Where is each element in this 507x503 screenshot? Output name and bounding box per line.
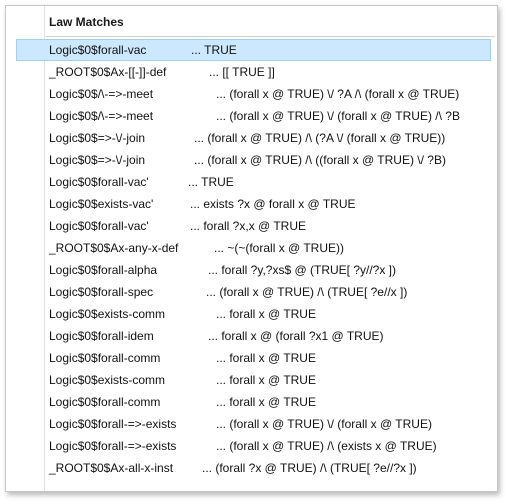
law-match-item[interactable]: _ROOT$0$Ax-all-x-inst ... (forall ?x @ TR… <box>6 457 497 479</box>
law-match-list: Logic$0$forall-vac ... TRUE _ROOT$0$Ax-[[-… <box>6 39 497 479</box>
law-match-item[interactable]: Logic$0$forall-comm ... forall x @ TRUE <box>6 391 497 413</box>
law-name: Logic$0$forall-comm <box>49 395 161 409</box>
law-result-expression: ... (forall x @ TRUE) \/ ?A /\ (forall x… <box>216 87 460 101</box>
law-name: Logic$0$forall-vac' <box>49 175 149 189</box>
law-match-item[interactable]: Logic$0$forall-spec ... (forall x @ TRUE)… <box>6 281 497 303</box>
law-matches-popup: Law Matches Logic$0$forall-vac ... TRUE _R… <box>5 5 498 492</box>
law-name: Logic$0$=>-\/-join <box>49 153 146 167</box>
law-result-expression: ... ~(~(forall x @ TRUE)) <box>214 241 344 255</box>
law-result-expression: ... TRUE <box>188 175 234 189</box>
law-match-item[interactable]: Logic$0$forall-comm ... forall x @ TRUE <box>6 347 497 369</box>
law-name: Logic$0$/\-=>-meet <box>49 87 154 101</box>
law-match-item[interactable]: Logic$0$forall-idem ... forall x @ (foral… <box>6 325 497 347</box>
law-result-expression: ... (forall x @ TRUE) /\ (?A \/ (forall … <box>194 131 446 145</box>
law-name: Logic$0$forall-=>-exists <box>49 417 177 431</box>
law-name: _ROOT$0$Ax-any-x-def <box>49 241 179 255</box>
law-match-item[interactable]: Logic$0$forall-vac ... TRUE <box>6 39 497 61</box>
law-result-expression: ... forall x @ TRUE <box>216 307 316 321</box>
law-match-item[interactable]: Logic$0$forall-alpha ... forall ?y,?xs$ @… <box>6 259 497 281</box>
law-result-expression: ... exists ?x @ forall x @ TRUE <box>190 197 356 211</box>
law-name: _ROOT$0$Ax-[[-]]-def <box>49 65 167 79</box>
law-match-item[interactable]: Logic$0$=>-\/-join ... (forall x @ TRUE) … <box>6 127 497 149</box>
law-match-item[interactable]: Logic$0$forall-vac' ... TRUE <box>6 171 497 193</box>
law-name: Logic$0$exists-comm <box>49 307 166 321</box>
law-match-item[interactable]: Logic$0$/\-=>-meet ... (forall x @ TRUE) … <box>6 83 497 105</box>
law-name: Logic$0$forall-comm <box>49 351 161 365</box>
header-separator <box>46 36 495 37</box>
law-name: _ROOT$0$Ax-all-x-inst <box>49 461 174 475</box>
law-name: Logic$0$exists-vac' <box>49 197 154 211</box>
law-result-expression: ... (forall x @ TRUE) /\ ((forall x @ TR… <box>194 153 446 167</box>
popup-title: Law Matches <box>49 15 124 29</box>
law-name: Logic$0$forall-vac <box>49 43 147 57</box>
law-name: Logic$0$exists-comm <box>49 373 166 387</box>
law-match-item[interactable]: Logic$0$forall-=>-exists ... (forall x @ … <box>6 413 497 435</box>
law-match-item[interactable]: _ROOT$0$Ax-[[-]]-def ... [[ TRUE ]] <box>6 61 497 83</box>
law-name: Logic$0$=>-\/-join <box>49 131 146 145</box>
law-name: Logic$0$forall-vac' <box>49 219 149 233</box>
law-match-item[interactable]: Logic$0$/\-=>-meet ... (forall x @ TRUE) … <box>6 105 497 127</box>
law-result-expression: ... (forall x @ TRUE) /\ (exists x @ TRU… <box>216 439 437 453</box>
law-name: Logic$0$forall-spec <box>49 285 154 299</box>
law-match-item[interactable]: Logic$0$exists-comm ... forall x @ TRUE <box>6 303 497 325</box>
popup-header: Law Matches <box>6 6 497 36</box>
law-name: Logic$0$forall-alpha <box>49 263 158 277</box>
law-match-item[interactable]: Logic$0$exists-comm ... forall x @ TRUE <box>6 369 497 391</box>
law-match-item[interactable]: Logic$0$forall-vac' ... forall ?x,x @ TRU… <box>6 215 497 237</box>
law-match-item[interactable]: Logic$0$exists-vac' ... exists ?x @ foral… <box>6 193 497 215</box>
law-result-expression: ... forall x @ TRUE <box>216 351 316 365</box>
law-result-expression: ... (forall ?x @ TRUE) /\ (TRUE[ ?e//?x … <box>202 461 417 475</box>
law-match-item[interactable]: Logic$0$forall-=>-exists ... (forall x @ … <box>6 435 497 457</box>
law-result-expression: ... forall x @ (forall ?x1 @ TRUE) <box>208 329 384 343</box>
law-result-expression: ... forall ?x,x @ TRUE <box>190 219 306 233</box>
law-match-item[interactable]: Logic$0$=>-\/-join ... (forall x @ TRUE) … <box>6 149 497 171</box>
law-result-expression: ... forall x @ TRUE <box>216 373 316 387</box>
law-result-expression: ... (forall x @ TRUE) /\ (TRUE[ ?e//x ]) <box>206 285 408 299</box>
law-name: Logic$0$/\-=>-meet <box>49 109 154 123</box>
law-result-expression: ... TRUE <box>191 43 237 57</box>
law-result-expression: ... (forall x @ TRUE) \/ (forall x @ TRU… <box>216 417 432 431</box>
law-match-item[interactable]: _ROOT$0$Ax-any-x-def ... ~(~(forall x @ T… <box>6 237 497 259</box>
law-result-expression: ... (forall x @ TRUE) \/ (forall x @ TRU… <box>216 109 460 123</box>
law-name: Logic$0$forall-=>-exists <box>49 439 177 453</box>
law-result-expression: ... forall x @ TRUE <box>216 395 316 409</box>
law-result-expression: ... forall ?y,?xs$ @ (TRUE[ ?y//?x ]) <box>208 263 397 277</box>
law-result-expression: ... [[ TRUE ]] <box>209 65 275 79</box>
law-name: Logic$0$forall-idem <box>49 329 154 343</box>
